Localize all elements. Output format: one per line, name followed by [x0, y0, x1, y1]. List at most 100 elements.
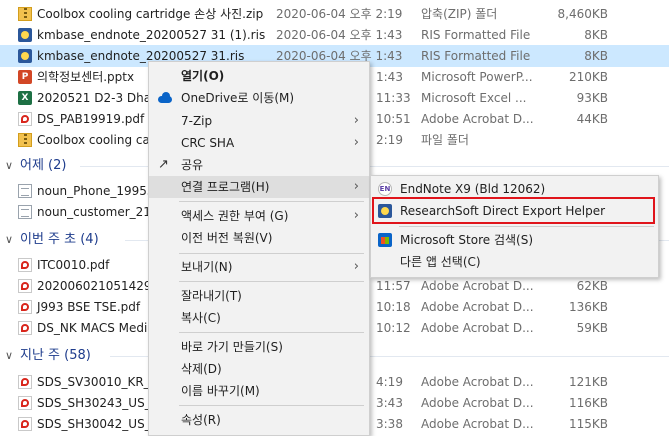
file-name: kmbase_endnote_20200527 31 (1).ris	[37, 28, 266, 42]
menu-item-create-shortcut[interactable]: 바로 가기 만들기(S)	[149, 336, 369, 358]
file-size: 59KB	[576, 321, 608, 335]
file-name: SDS_SH30243_US_E	[37, 396, 159, 410]
pdf-file-icon	[18, 112, 32, 126]
file-size: 8KB	[584, 28, 608, 42]
file-type: 압축(ZIP) 폴더	[421, 7, 498, 21]
file-name: J993 BSE TSE.pdf	[37, 300, 141, 314]
menu-item-label: 이전 버전 복원(V)	[181, 231, 273, 245]
menu-item-rename[interactable]: 이름 바꾸기(M)	[149, 380, 369, 402]
powerpoint-file-icon: P	[18, 70, 32, 84]
file-size: 121KB	[568, 375, 608, 389]
submenu-item-choose-app[interactable]: 다른 앱 선택(C)	[371, 251, 658, 273]
file-name: ITC0010.pdf	[37, 258, 110, 272]
menu-item-open-with[interactable]: 연결 프로그램(H) ›	[149, 176, 369, 198]
file-name: DS_PAB19919.pdf	[37, 112, 145, 126]
file-size: 115KB	[568, 417, 608, 431]
menu-item-label: 삭제(D)	[181, 362, 222, 376]
menu-item-give-access[interactable]: 액세스 권한 부여 (G) ›	[149, 205, 369, 227]
ris-file-icon	[18, 28, 32, 42]
file-date: 3:43	[376, 396, 403, 410]
menu-item-onedrive[interactable]: OneDrive로 이동(M)	[149, 87, 369, 109]
menu-item-delete[interactable]: 삭제(D)	[149, 358, 369, 380]
chevron-right-icon: ›	[353, 208, 359, 223]
submenu-item-store-search[interactable]: Microsoft Store 검색(S)	[371, 229, 658, 251]
file-date: 2020-06-04 오후 1:43	[276, 28, 403, 42]
submenu-item-label: 다른 앱 선택(C)	[400, 255, 481, 269]
menu-item-label: 연결 프로그램(H)	[181, 180, 270, 194]
file-row[interactable]: kmbase_endnote_20200527 31 (1).ris 2020-…	[0, 24, 669, 46]
file-name: SDS_SH30042_US_E	[37, 417, 159, 431]
pdf-file-icon	[18, 321, 32, 335]
excel-file-icon: X	[18, 91, 32, 105]
menu-separator	[179, 332, 364, 333]
file-size: 62KB	[576, 279, 608, 293]
menu-item-copy[interactable]: 복사(C)	[149, 307, 369, 329]
file-date: 11:33	[376, 91, 411, 105]
file-name: DS_NK MACS Mediu	[37, 321, 155, 335]
menu-item-share[interactable]: ↗ 공유	[149, 154, 369, 176]
file-type: Adobe Acrobat D...	[421, 279, 534, 293]
menu-item-open[interactable]: 열기(O)	[149, 65, 369, 87]
chevron-down-icon: ∨	[5, 233, 14, 246]
file-date: 1:43	[376, 70, 403, 84]
menu-item-label: 공유	[181, 158, 204, 172]
menu-item-7zip[interactable]: 7-Zip ›	[149, 110, 369, 132]
menu-separator	[179, 281, 364, 282]
file-size: 8KB	[584, 49, 608, 63]
menu-item-restore-versions[interactable]: 이전 버전 복원(V)	[149, 227, 369, 249]
pdf-file-icon	[18, 375, 32, 389]
chevron-right-icon: ›	[353, 259, 359, 274]
menu-item-label: OneDrive로 이동(M)	[181, 91, 295, 105]
submenu-item-label: Microsoft Store 검색(S)	[400, 233, 534, 247]
menu-item-label: CRC SHA	[181, 136, 235, 150]
file-type: Adobe Acrobat D...	[421, 375, 534, 389]
menu-item-label: 속성(R)	[181, 413, 221, 427]
file-type: Adobe Acrobat D...	[421, 396, 534, 410]
ris-file-icon	[18, 49, 32, 63]
file-type: Adobe Acrobat D...	[421, 417, 534, 431]
document-file-icon	[18, 205, 32, 219]
chevron-right-icon: ›	[353, 135, 359, 150]
pdf-file-icon	[18, 279, 32, 293]
menu-separator	[179, 201, 364, 202]
group-label: 어제 (2)	[20, 158, 67, 173]
highlight-box	[372, 197, 655, 224]
file-size: 8,460KB	[557, 7, 608, 21]
chevron-down-icon: ∨	[5, 349, 14, 362]
zip-folder-icon	[18, 7, 32, 21]
menu-item-cut[interactable]: 잘라내기(T)	[149, 285, 369, 307]
context-menu: 열기(O) OneDrive로 이동(M) 7-Zip › CRC SHA › …	[148, 61, 370, 436]
onedrive-cloud-icon	[158, 91, 172, 105]
file-size: 44KB	[576, 112, 608, 126]
pdf-file-icon	[18, 417, 32, 431]
menu-item-label: 7-Zip	[181, 114, 213, 128]
chevron-right-icon: ›	[353, 113, 359, 128]
file-row[interactable]: Coolbox cooling cartridge 손상 사진.zip 2020…	[0, 3, 669, 25]
file-date: 10:18	[376, 300, 411, 314]
menu-item-crc-sha[interactable]: CRC SHA ›	[149, 132, 369, 154]
file-size: 93KB	[576, 91, 608, 105]
menu-item-send-to[interactable]: 보내기(N) ›	[149, 256, 369, 278]
file-size: 210KB	[568, 70, 608, 84]
file-date: 10:12	[376, 321, 411, 335]
document-file-icon	[18, 184, 32, 198]
file-name: noun_Phone_199551	[37, 184, 163, 198]
chevron-right-icon: ›	[353, 179, 359, 194]
pdf-file-icon	[18, 258, 32, 272]
file-type: Microsoft PowerP...	[421, 70, 533, 84]
file-type: Adobe Acrobat D...	[421, 300, 534, 314]
menu-item-label: 보내기(N)	[181, 260, 233, 274]
file-date: 10:51	[376, 112, 411, 126]
menu-item-label: 바로 가기 만들기(S)	[181, 340, 283, 354]
menu-item-properties[interactable]: 속성(R)	[149, 409, 369, 431]
file-type: 파일 폴더	[421, 133, 469, 147]
menu-separator	[179, 405, 364, 406]
menu-item-label: 열기(O)	[181, 69, 225, 83]
menu-item-label: 이름 바꾸기(M)	[181, 384, 260, 398]
file-name: 2020521 D2-3 Dhar	[37, 91, 157, 105]
file-date: 3:38	[376, 417, 403, 431]
file-date: 2:19	[376, 133, 403, 147]
file-name: 의학정보센터.pptx	[37, 70, 135, 84]
file-date: 2020-06-04 오후 2:19	[276, 7, 403, 21]
file-type: Adobe Acrobat D...	[421, 112, 534, 126]
